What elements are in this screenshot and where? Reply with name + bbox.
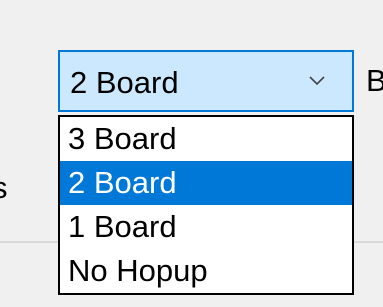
dropdown-option-1-board[interactable]: 1 Board — [60, 205, 352, 249]
dropdown-option-no-hopup[interactable]: No Hopup — [60, 249, 352, 293]
partial-label-left: s — [0, 170, 8, 206]
board-dropdown-list: 3 Board 2 Board 1 Board No Hopup — [58, 115, 354, 295]
dropdown-option-2-board[interactable]: 2 Board — [60, 161, 352, 205]
dropdown-option-3-board[interactable]: 3 Board — [60, 117, 352, 161]
combobox-selected-value: 2 Board — [70, 65, 179, 100]
chevron-down-icon[interactable] — [308, 72, 326, 90]
partial-label-right: B — [366, 63, 383, 98]
window-content: s B 2 Board 3 Board 2 Board 1 Board No H… — [0, 0, 383, 307]
board-combobox[interactable]: 2 Board — [58, 50, 354, 112]
